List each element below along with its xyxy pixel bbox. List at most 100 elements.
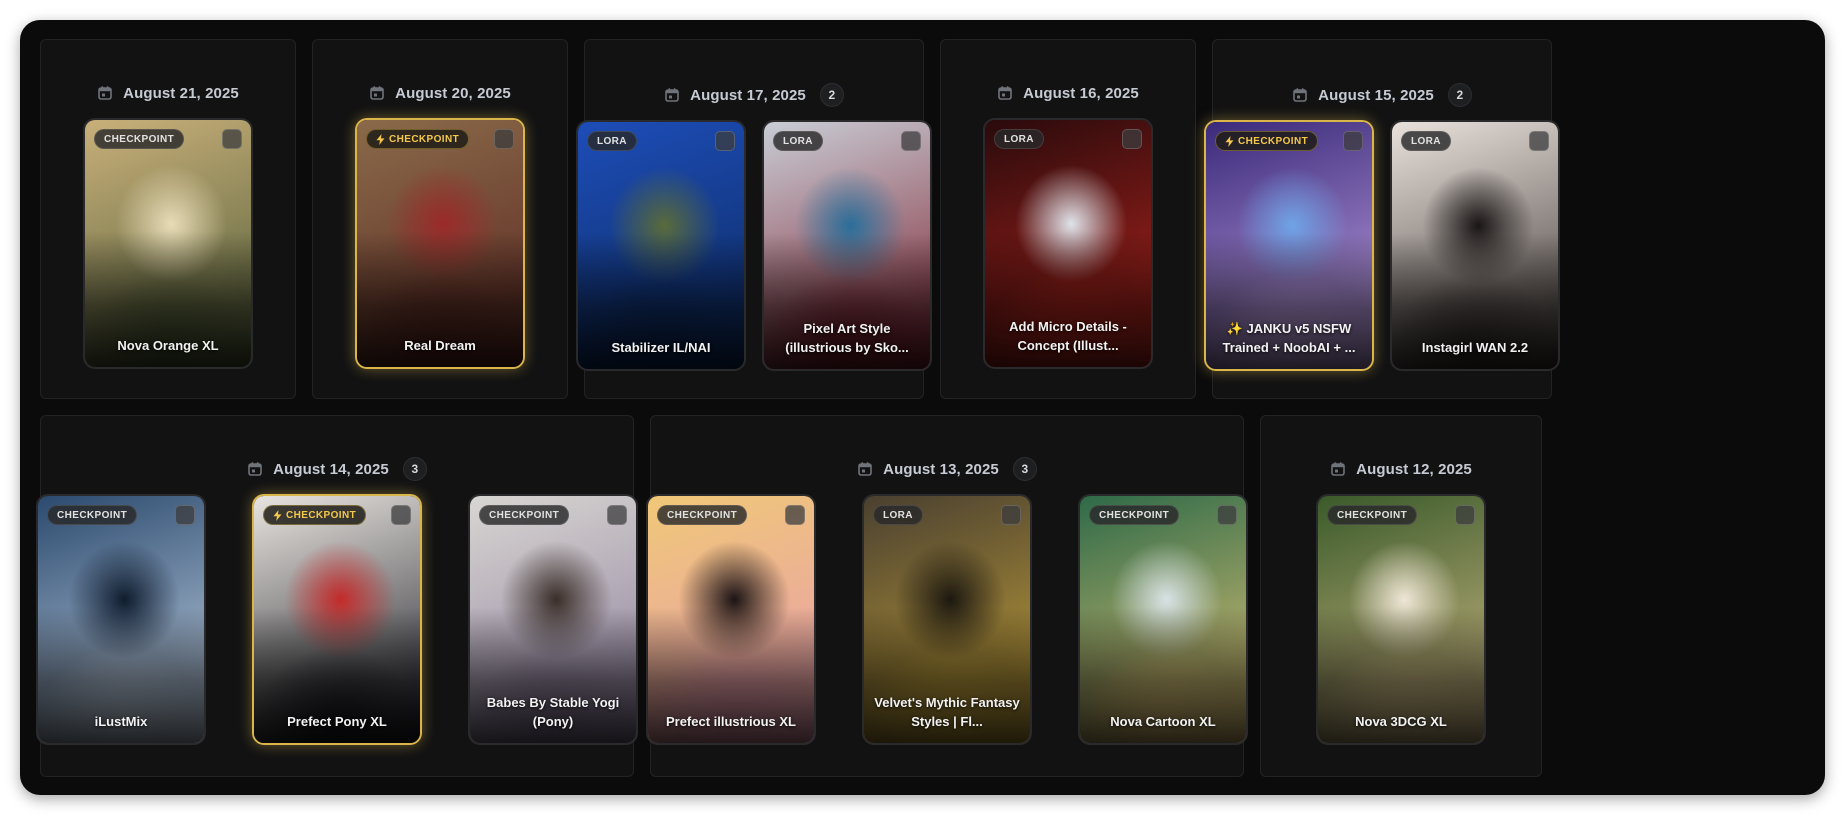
group-count-badge: 3 [402, 457, 427, 481]
model-type-label: CHECKPOINT [104, 133, 175, 145]
model-card[interactable]: CHECKPOINT ✨ JANKU v5 NSFW Trained + Noob… [1204, 120, 1374, 371]
model-type-badge: CHECKPOINT [657, 505, 748, 525]
select-checkbox[interactable] [1529, 131, 1549, 151]
model-type-badge: CHECKPOINT [94, 129, 185, 149]
model-type-label: LORA [783, 135, 813, 147]
group-date: August 14, 2025 [273, 460, 389, 478]
timeline-row: August 21, 2025 CHECKPOINT Nova Orange XL A… [40, 39, 1560, 399]
model-type-badge: LORA [587, 131, 637, 151]
date-header: August 14, 2025 3 [247, 457, 427, 481]
model-title: Babes By Stable Yogi (Pony) [486, 695, 620, 729]
model-type-label: CHECKPOINT [1337, 509, 1408, 521]
select-checkbox[interactable] [222, 129, 242, 149]
model-type-label: LORA [597, 135, 627, 147]
card-list: CHECKPOINT Prefect illustrious XL LORA Velv… [646, 494, 1248, 745]
select-checkbox[interactable] [391, 505, 411, 525]
group-date: August 13, 2025 [883, 460, 999, 478]
select-checkbox[interactable] [901, 131, 921, 151]
date-group: August 14, 2025 3 CHECKPOINT iLustMix CHECKP… [36, 415, 638, 777]
model-type-badge: CHECKPOINT [1215, 131, 1319, 151]
model-type-label: CHECKPOINT [667, 509, 738, 521]
model-card[interactable]: CHECKPOINT Nova Orange XL [83, 118, 253, 369]
select-checkbox[interactable] [1001, 505, 1021, 525]
date-header: August 16, 2025 [997, 82, 1139, 104]
group-date: August 20, 2025 [395, 84, 511, 102]
card-list: CHECKPOINT ✨ JANKU v5 NSFW Trained + Noob… [1204, 120, 1560, 371]
feed-container: August 21, 2025 CHECKPOINT Nova Orange XL A… [20, 20, 1825, 795]
model-card[interactable]: LORA Pixel Art Style (illustrious by Sko.… [762, 120, 932, 371]
model-title: Prefect Pony XL [287, 714, 387, 729]
group-date: August 16, 2025 [1023, 84, 1139, 102]
calendar-icon [97, 85, 113, 101]
calendar-icon [997, 85, 1013, 101]
select-checkbox[interactable] [785, 505, 805, 525]
date-group: August 13, 2025 3 CHECKPOINT Prefect illust… [646, 415, 1248, 777]
model-title: ✨ JANKU v5 NSFW Trained + NoobAI + ... [1222, 321, 1356, 355]
model-type-label: LORA [1411, 135, 1441, 147]
date-group: August 15, 2025 2 CHECKPOINT ✨ JANKU v5 NSF… [1204, 39, 1560, 399]
model-type-badge: CHECKPOINT [366, 129, 470, 149]
model-type-label: CHECKPOINT [489, 509, 560, 521]
calendar-icon [369, 85, 385, 101]
model-title: Instagirl WAN 2.2 [1421, 340, 1529, 355]
select-checkbox[interactable] [494, 129, 514, 149]
date-header: August 13, 2025 3 [857, 457, 1037, 481]
model-card[interactable]: CHECKPOINT Nova Cartoon XL [1078, 494, 1248, 745]
date-group: August 16, 2025 LORA Add Micro Details - C… [940, 39, 1196, 399]
date-header: August 21, 2025 [97, 82, 239, 104]
model-type-badge: LORA [1401, 131, 1451, 151]
model-title: iLustMix [94, 714, 148, 729]
card-list: CHECKPOINT Nova Orange XL [83, 118, 253, 369]
model-title: Prefect illustrious XL [665, 714, 797, 729]
select-checkbox[interactable] [1455, 505, 1475, 525]
select-checkbox[interactable] [1122, 129, 1142, 149]
model-card[interactable]: LORA Instagirl WAN 2.2 [1390, 120, 1560, 371]
select-checkbox[interactable] [1217, 505, 1237, 525]
model-type-badge: LORA [773, 131, 823, 151]
timeline-row: August 14, 2025 3 CHECKPOINT iLustMix CHECKP… [36, 415, 1542, 777]
model-card[interactable]: CHECKPOINT iLustMix [36, 494, 206, 745]
lightning-icon [1225, 135, 1234, 147]
model-type-label: LORA [1004, 133, 1034, 145]
model-card[interactable]: LORA Add Micro Details - Concept (Illust.… [983, 118, 1153, 369]
model-card[interactable]: CHECKPOINT Prefect illustrious XL [646, 494, 816, 745]
group-date: August 12, 2025 [1356, 460, 1472, 478]
calendar-icon [1330, 461, 1346, 477]
model-title: Real Dream [404, 338, 476, 353]
calendar-icon [664, 87, 680, 103]
select-checkbox[interactable] [715, 131, 735, 151]
calendar-icon [857, 461, 873, 477]
model-card[interactable]: LORA Stabilizer IL/NAI [576, 120, 746, 371]
card-list: CHECKPOINT Nova 3DCG XL [1316, 494, 1486, 745]
model-type-label: CHECKPOINT [389, 133, 460, 145]
group-date: August 15, 2025 [1318, 86, 1434, 104]
model-type-label: CHECKPOINT [1238, 135, 1309, 147]
model-card[interactable]: CHECKPOINT Prefect Pony XL [252, 494, 422, 745]
model-type-badge: CHECKPOINT [47, 505, 138, 525]
date-group: August 12, 2025 CHECKPOINT Nova 3DCG XL [1260, 415, 1542, 777]
group-count-badge: 2 [1447, 83, 1472, 107]
select-checkbox[interactable] [175, 505, 195, 525]
date-header: August 15, 2025 2 [1292, 83, 1472, 107]
select-checkbox[interactable] [607, 505, 627, 525]
model-type-label: CHECKPOINT [1099, 509, 1170, 521]
date-header: August 17, 2025 2 [664, 83, 844, 107]
model-type-label: CHECKPOINT [57, 509, 128, 521]
model-type-badge: CHECKPOINT [1089, 505, 1180, 525]
model-title: Nova Cartoon XL [1110, 714, 1216, 729]
model-card[interactable]: CHECKPOINT Babes By Stable Yogi (Pony) [468, 494, 638, 745]
model-type-label: CHECKPOINT [286, 509, 357, 521]
model-type-badge: CHECKPOINT [263, 505, 367, 525]
card-list: CHECKPOINT Real Dream [355, 118, 525, 369]
model-title: Nova 3DCG XL [1355, 714, 1447, 729]
model-type-badge: LORA [873, 505, 923, 525]
calendar-icon [1292, 87, 1308, 103]
date-group: August 20, 2025 CHECKPOINT Real Dream [312, 39, 568, 399]
model-card[interactable]: LORA Velvet's Mythic Fantasy Styles | Fl.… [862, 494, 1032, 745]
model-title: Nova Orange XL [117, 338, 219, 353]
model-card[interactable]: CHECKPOINT Nova 3DCG XL [1316, 494, 1486, 745]
model-type-badge: CHECKPOINT [479, 505, 570, 525]
select-checkbox[interactable] [1343, 131, 1363, 151]
group-count-badge: 3 [1012, 457, 1037, 481]
model-card[interactable]: CHECKPOINT Real Dream [355, 118, 525, 369]
